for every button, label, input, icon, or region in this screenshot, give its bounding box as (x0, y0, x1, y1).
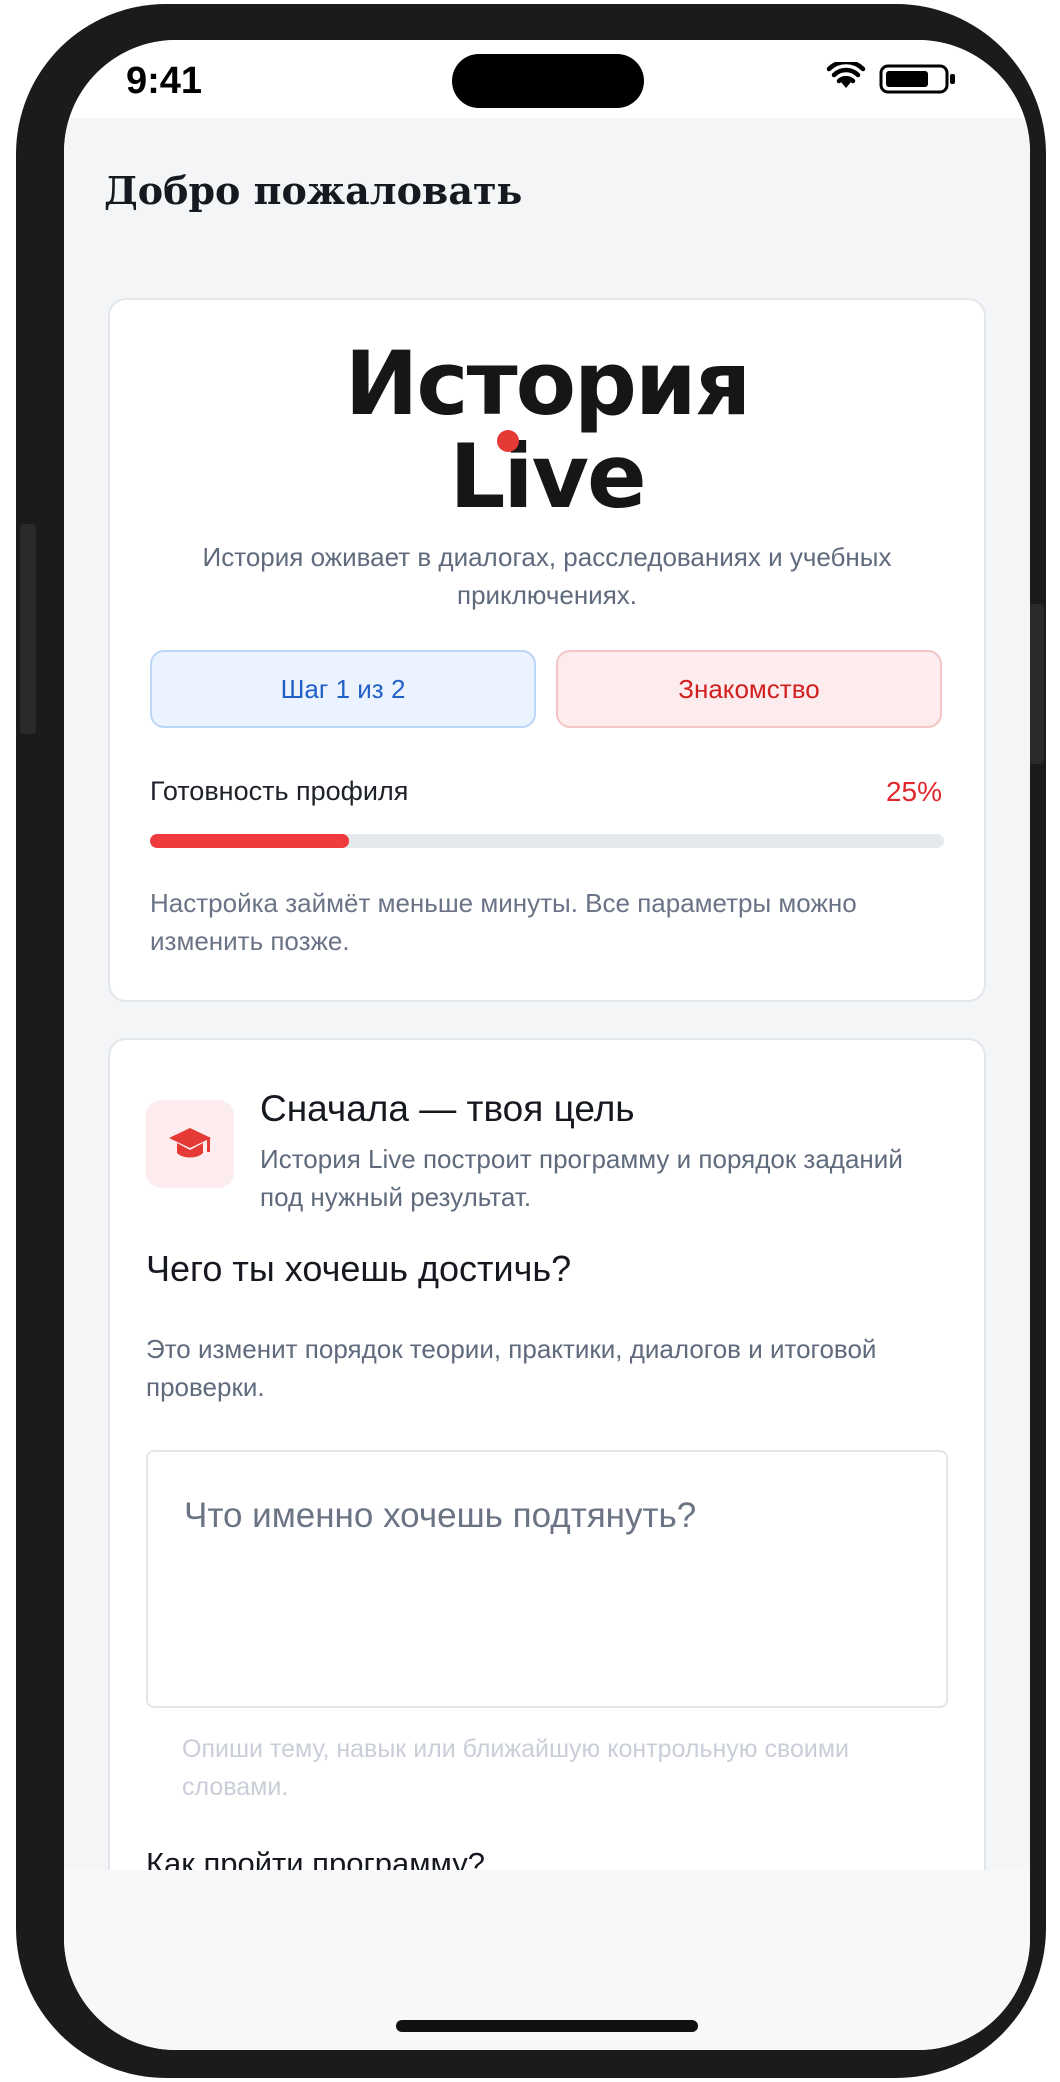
progress-fill (150, 834, 349, 848)
wifi-icon (826, 62, 866, 88)
status-bar: 9:41 (64, 40, 1030, 118)
battery-icon (879, 64, 955, 94)
stage-badge: Знакомство (556, 650, 942, 728)
volume-button (20, 524, 36, 734)
welcome-card: История Live История оживает в диалогах,… (108, 298, 986, 1002)
logo-line-2: Live (449, 430, 647, 522)
power-button (1028, 604, 1044, 764)
goal-question-hint: Это изменит порядок теории, практики, ди… (146, 1334, 877, 1402)
goal-title: Сначала — твоя цель (260, 1088, 635, 1129)
profile-progress-bar (150, 834, 944, 848)
progress-percent: 25% (885, 776, 942, 807)
page-title: Добро пожаловать (104, 168, 523, 213)
app-content: Добро пожаловать История Live История ож… (64, 118, 1030, 1870)
progress-label: Готовность профиля (150, 776, 409, 806)
logo-word-live: Live (449, 425, 646, 528)
tagline: История оживает в диалогах, расследовани… (202, 542, 892, 610)
goal-input-helper: Опиши тему, навык или ближайшую контроль… (182, 1735, 850, 1801)
device-frame: 9:41 Добро пожаловать История Live Истор… (16, 4, 1046, 2078)
goal-question: Чего ты хочешь достичь? (146, 1248, 572, 1289)
goal-input[interactable]: Что именно хочешь подтянуть? (146, 1450, 948, 1708)
graduation-cap-icon (169, 1128, 211, 1158)
logo-line-1: История (344, 332, 751, 435)
setup-hint: Настройка займёт меньше минуты. Все пара… (150, 888, 857, 956)
app-logo: История Live (110, 336, 984, 522)
screen: 9:41 Добро пожаловать История Live Истор… (64, 40, 1030, 2050)
goal-icon-tile (146, 1100, 234, 1188)
goal-subtitle: История Live построит программу и порядо… (260, 1144, 903, 1212)
status-time: 9:41 (126, 60, 203, 102)
program-question: Как пройти программу? (146, 1846, 485, 1870)
step-badge: Шаг 1 из 2 (150, 650, 536, 728)
goal-card: Сначала — твоя цель История Live построи… (108, 1038, 986, 1870)
home-indicator[interactable] (396, 2020, 698, 2032)
dynamic-island (452, 54, 644, 108)
